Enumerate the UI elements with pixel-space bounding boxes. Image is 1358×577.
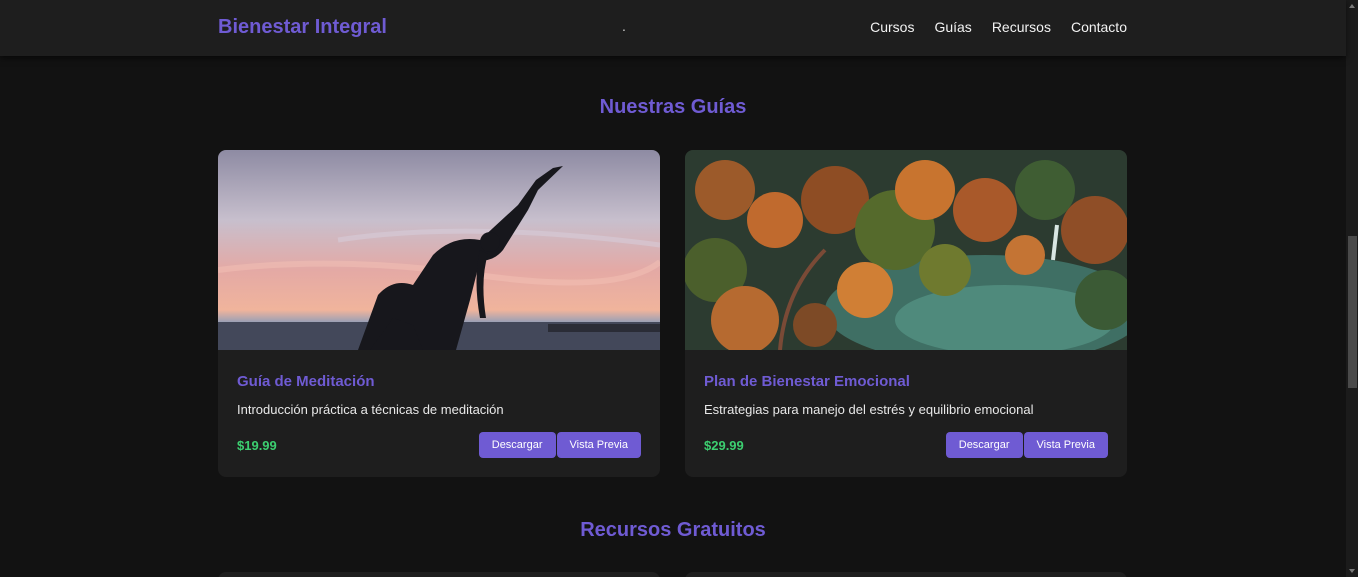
card-description: Introducción práctica a técnicas de medi… — [237, 402, 504, 417]
card-body: Guía de Meditación Introducción práctica… — [218, 350, 660, 477]
scroll-down-icon[interactable] — [1349, 569, 1355, 573]
page-scrollbar[interactable] — [1346, 0, 1358, 577]
download-button[interactable]: Descargar — [945, 432, 1023, 458]
card-description: Estrategias para manejo del estrés y equ… — [704, 402, 1034, 417]
nav-dot: . — [622, 18, 626, 34]
card-title: Guía de Meditación — [237, 373, 375, 390]
nav-link-guias[interactable]: Guías — [934, 19, 971, 35]
card-body: Plan de Bienestar Emocional Estrategias … — [685, 350, 1127, 477]
scroll-up-icon[interactable] — [1349, 4, 1355, 8]
nav-links: Cursos Guías Recursos Contacto — [870, 19, 1127, 35]
preview-button[interactable]: Vista Previa — [556, 432, 641, 458]
card-price: $19.99 — [237, 438, 277, 453]
card-title: Plan de Bienestar Emocional — [704, 373, 910, 390]
preview-button[interactable]: Vista Previa — [1023, 432, 1108, 458]
guides-section-title: Nuestras Guías — [599, 96, 747, 118]
aerial-forest-image — [685, 150, 1127, 350]
card-price: $29.99 — [704, 438, 744, 453]
resources-section-title: Recursos Gratuitos — [580, 519, 766, 541]
guide-card-meditation: Guía de Meditación Introducción práctica… — [218, 150, 660, 477]
card-actions: Descargar Vista Previa — [478, 432, 641, 458]
brand-logo[interactable]: Bienestar Integral — [218, 16, 387, 39]
nav-link-cursos[interactable]: Cursos — [870, 19, 914, 35]
navbar: Bienestar Integral . Cursos Guías Recurs… — [0, 0, 1346, 56]
download-button[interactable]: Descargar — [478, 432, 556, 458]
resource-card — [685, 572, 1127, 577]
scroll-thumb[interactable] — [1348, 236, 1357, 388]
guide-card-emotional: Plan de Bienestar Emocional Estrategias … — [685, 150, 1127, 477]
card-actions: Descargar Vista Previa — [945, 432, 1108, 458]
resource-card — [218, 572, 660, 577]
nav-link-recursos[interactable]: Recursos — [992, 19, 1051, 35]
nav-link-contacto[interactable]: Contacto — [1071, 19, 1127, 35]
yoga-silhouette-image — [218, 150, 660, 350]
